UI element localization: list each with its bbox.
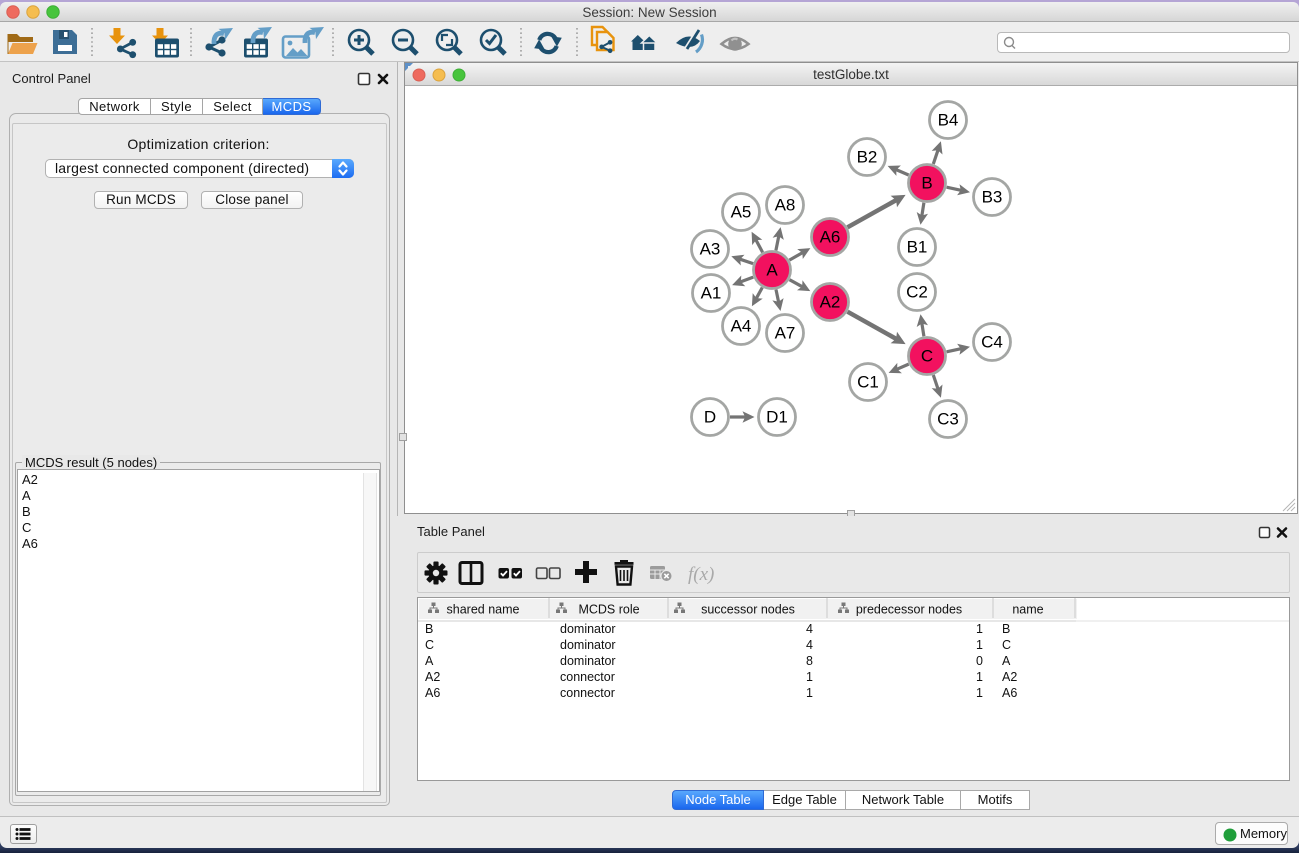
svg-text:name: name (1012, 603, 1043, 617)
svg-text:predecessor nodes: predecessor nodes (856, 603, 962, 617)
svg-text:C4: C4 (981, 333, 1003, 352)
svg-text:B2: B2 (857, 148, 878, 167)
svg-text:D: D (704, 408, 716, 427)
svg-text:D1: D1 (766, 408, 788, 427)
svg-text:shared name: shared name (447, 603, 520, 617)
svg-text:A3: A3 (700, 240, 721, 259)
svg-text:B3: B3 (982, 188, 1003, 207)
svg-text:B4: B4 (938, 111, 959, 130)
svg-text:B: B (921, 174, 932, 193)
svg-text:MCDS role: MCDS role (578, 603, 639, 617)
svg-text:C3: C3 (937, 410, 959, 429)
svg-text:A2: A2 (820, 293, 841, 312)
svg-text:A7: A7 (775, 324, 796, 343)
svg-text:A: A (766, 261, 778, 280)
svg-text:f(x): f(x) (688, 564, 714, 585)
svg-text:successor nodes: successor nodes (701, 603, 795, 617)
svg-text:A1: A1 (701, 284, 722, 303)
svg-text:B1: B1 (907, 238, 928, 257)
svg-text:A5: A5 (731, 203, 752, 222)
svg-text:C: C (921, 347, 933, 366)
svg-text:C2: C2 (906, 283, 928, 302)
svg-text:A8: A8 (775, 196, 796, 215)
svg-text:A6: A6 (820, 228, 841, 247)
svg-text:A4: A4 (731, 317, 752, 336)
svg-text:C1: C1 (857, 373, 879, 392)
